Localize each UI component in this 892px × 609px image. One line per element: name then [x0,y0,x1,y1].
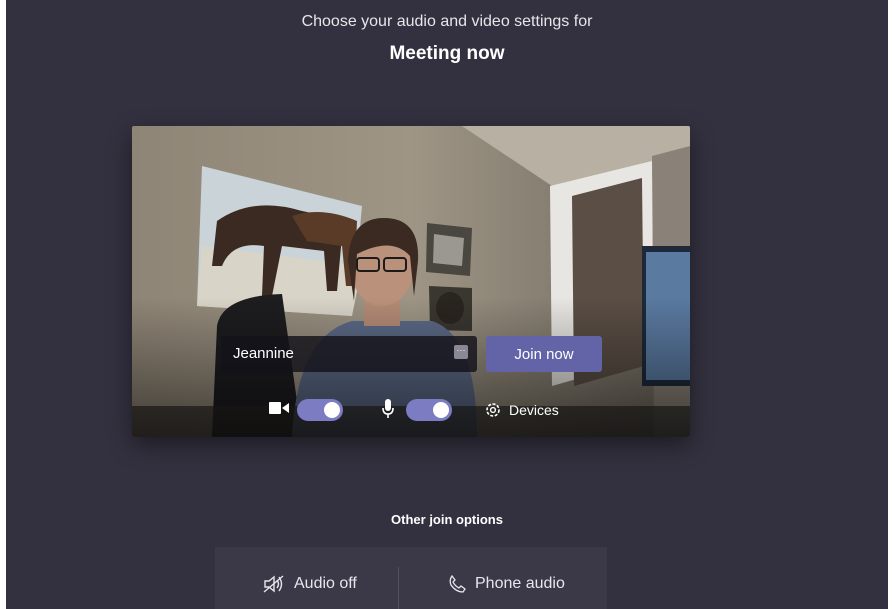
device-controls: Devices [132,396,690,428]
more-icon[interactable]: ··· [454,345,468,359]
other-join-options-title: Other join options [391,512,503,527]
microphone-icon [382,399,394,418]
phone-audio-label: Phone audio [475,575,565,592]
meeting-title: Meeting now [389,43,505,64]
settings-subtitle: Choose your audio and video settings for [301,13,593,30]
video-toggle-knob [324,402,340,418]
options-divider [398,567,399,609]
audio-toggle-knob [433,402,449,418]
name-input[interactable] [221,336,477,372]
phone-audio-option[interactable]: Phone audio [448,575,565,593]
other-join-options-panel: Audio off Phone audio [215,547,607,609]
speaker-off-icon [263,575,284,593]
devices-button[interactable]: Devices [509,402,559,418]
camera-icon [269,402,289,414]
camera-feed-image [132,126,690,437]
audio-toggle[interactable] [406,399,452,421]
phone-icon [449,575,466,593]
audio-off-option[interactable]: Audio off [263,575,357,593]
video-toggle[interactable] [297,399,343,421]
video-preview: ··· Join now Devices [132,126,690,437]
gear-icon[interactable] [484,401,502,419]
pre-join-screen: Choose your audio and video settings for… [6,0,888,609]
audio-off-label: Audio off [294,575,357,592]
join-now-button[interactable]: Join now [486,336,602,372]
